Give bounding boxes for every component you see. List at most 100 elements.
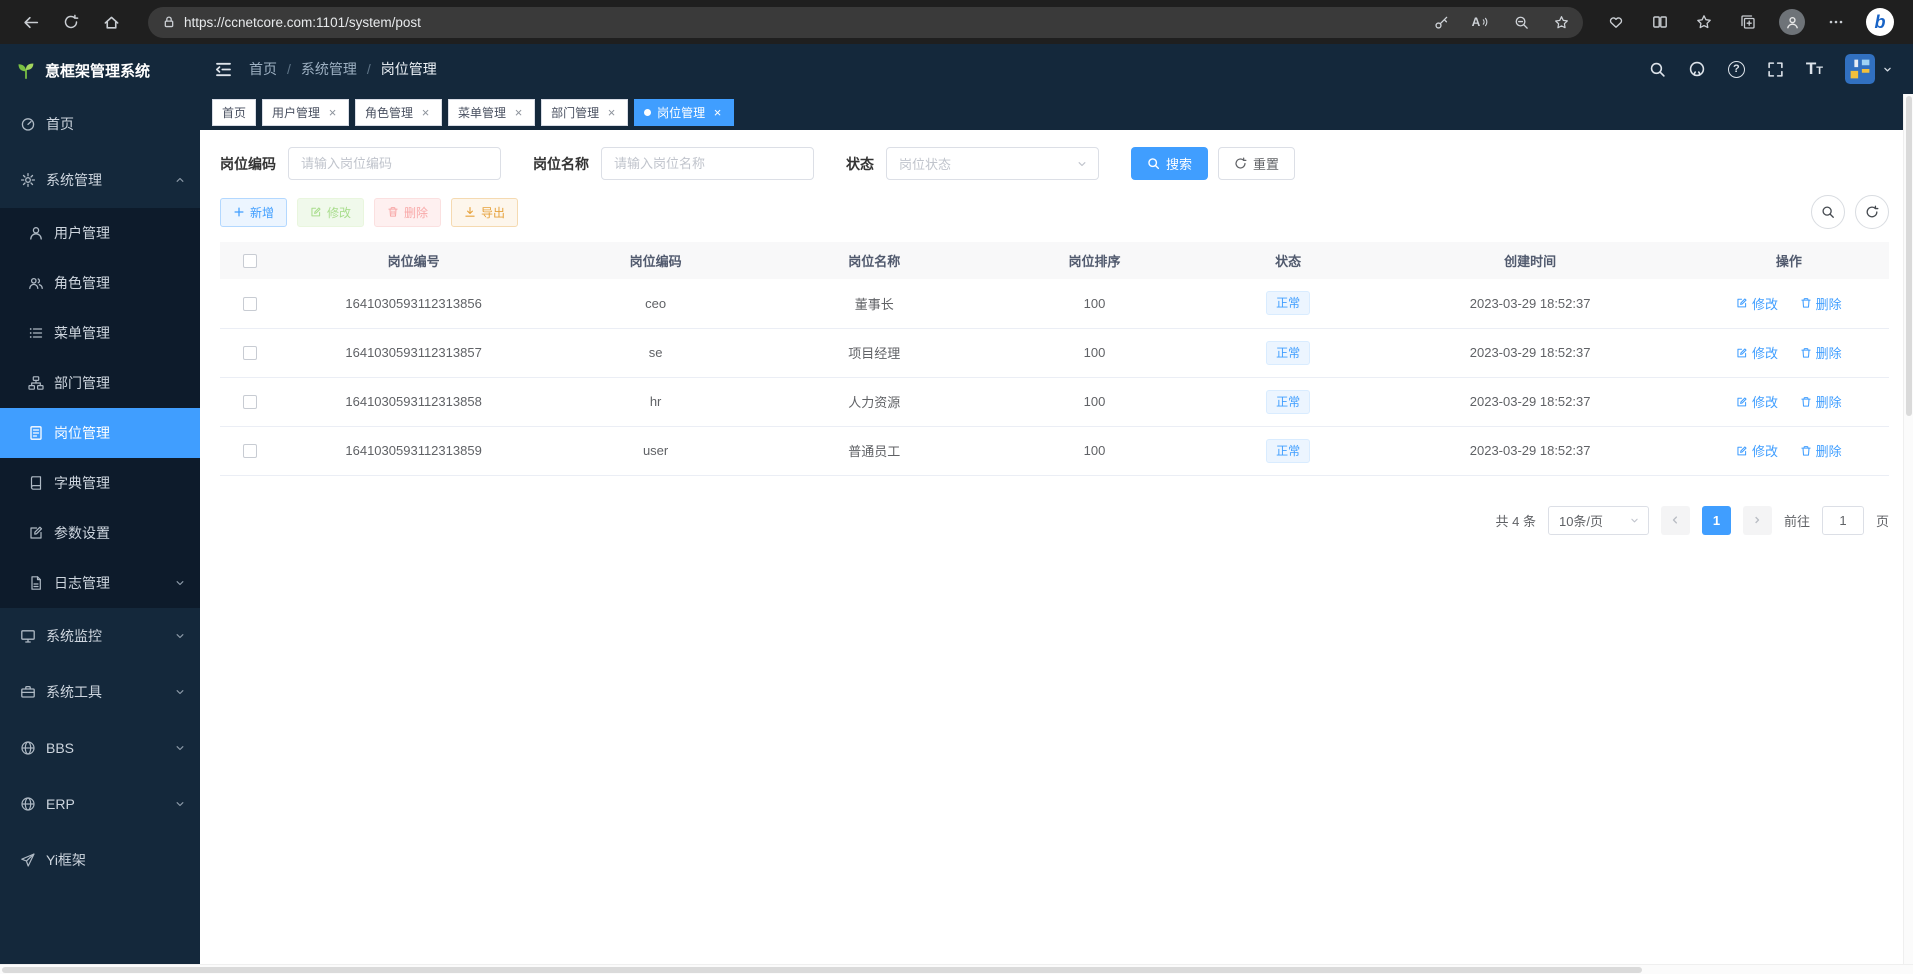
sidebar-item-label: 用户管理 [54,223,186,243]
cell-create-time: 2023-03-29 18:52:37 [1372,279,1689,328]
breadcrumb-system[interactable]: 系统管理 [277,59,357,79]
cell-status: 正常 [1205,328,1372,377]
row-edit-button[interactable]: 修改 [1736,343,1778,362]
close-icon[interactable]: × [512,106,525,119]
url-text[interactable]: https://ccnetcore.com:1101/system/post [184,15,421,30]
row-checkbox[interactable] [243,346,257,360]
export-button[interactable]: 导出 [451,198,518,227]
tab-home[interactable]: 首页 [212,99,256,126]
reset-button[interactable]: 重置 [1218,147,1295,180]
add-button[interactable]: 新增 [220,198,287,227]
horizontal-scrollbar-thumb[interactable] [2,967,1642,973]
copilot-bing-button[interactable]: b [1861,5,1899,39]
row-delete-button[interactable]: 删除 [1800,343,1842,362]
refresh-button[interactable] [54,5,88,39]
tab-users[interactable]: 用户管理 × [262,99,349,126]
tab-departments[interactable]: 部门管理 × [541,99,628,126]
post-code-input[interactable] [288,147,501,180]
select-all-checkbox[interactable] [243,254,257,268]
collections-icon[interactable] [1729,5,1767,39]
fullscreen-icon[interactable] [1767,61,1784,78]
cell-post-name: 项目经理 [764,328,984,377]
favorites-add-icon[interactable] [1545,9,1577,36]
close-icon[interactable]: × [326,106,339,119]
browser-essentials-icon[interactable] [1597,5,1635,39]
collapse-sidebar-icon[interactable] [214,60,233,79]
tab-label: 岗位管理 [657,104,705,121]
export-button-label: 导出 [481,204,505,221]
sidebar-item-label: 首页 [46,114,186,134]
github-icon[interactable] [1688,60,1706,78]
refresh-table-button[interactable] [1855,195,1889,229]
sidebar-item-roles[interactable]: 角色管理 [0,258,200,308]
tab-label: 菜单管理 [458,104,506,121]
row-checkbox[interactable] [243,297,257,311]
sidebar-item-home[interactable]: 首页 [0,96,200,152]
row-delete-button[interactable]: 删除 [1800,392,1842,411]
home-button[interactable] [94,5,128,39]
sidebar-item-label: 系统管理 [46,170,164,190]
row-checkbox[interactable] [243,395,257,409]
user-menu[interactable] [1845,54,1893,84]
sidebar-item-tools[interactable]: 系统工具 [0,664,200,720]
row-delete-button[interactable]: 删除 [1800,441,1842,460]
row-edit-button[interactable]: 修改 [1736,441,1778,460]
more-menu-icon[interactable] [1817,5,1855,39]
profile-button[interactable] [1773,5,1811,39]
sidebar-item-posts[interactable]: 岗位管理 [0,408,200,458]
sidebar-item-departments[interactable]: 部门管理 [0,358,200,408]
cell-status: 正常 [1205,377,1372,426]
status-select[interactable]: 岗位状态 [886,147,1099,180]
chevron-down-icon [1629,515,1640,526]
close-icon[interactable]: × [419,106,432,119]
search-icon[interactable] [1649,61,1666,78]
tab-label: 角色管理 [365,104,413,121]
posts-table: 岗位编号 岗位编码 岗位名称 岗位排序 状态 创建时间 操作 164103059… [220,242,1889,476]
sidebar-item-logs[interactable]: 日志管理 [0,558,200,608]
password-key-icon[interactable] [1425,9,1457,36]
row-edit-button[interactable]: 修改 [1736,294,1778,313]
font-size-icon[interactable]: TT [1806,59,1823,79]
sidebar-item-monitoring[interactable]: 系统监控 [0,608,200,664]
sidebar-item-system[interactable]: 系统管理 [0,152,200,208]
row-edit-button[interactable]: 修改 [1736,392,1778,411]
browser-window: https://ccnetcore.com:1101/system/post A… [0,0,1913,974]
navbar-actions: ? TT [1649,54,1893,84]
favorites-icon[interactable] [1685,5,1723,39]
close-icon[interactable]: × [605,106,618,119]
page-number-current: 1 [1702,506,1731,535]
site-lock-icon[interactable] [162,15,176,29]
breadcrumb-home[interactable]: 首页 [249,59,277,79]
vertical-scrollbar[interactable] [1903,94,1913,964]
post-name-input[interactable] [601,147,814,180]
sidebar-item-bbs[interactable]: BBS [0,720,200,776]
tab-posts-active[interactable]: 岗位管理 × [634,99,734,126]
sidebar-item-label: 字典管理 [54,473,186,493]
sidebar-item-parameters[interactable]: 参数设置 [0,508,200,558]
back-button[interactable] [14,5,48,39]
close-icon[interactable]: × [711,106,724,119]
page-size-select[interactable]: 10条/页 [1548,506,1649,535]
vertical-scrollbar-thumb[interactable] [1906,96,1912,416]
cell-post-code: se [547,328,764,377]
sidebar-item-erp[interactable]: ERP [0,776,200,832]
show-search-toggle-button[interactable] [1811,195,1845,229]
sidebar-item-users[interactable]: 用户管理 [0,208,200,258]
chevron-up-icon [174,174,186,186]
horizontal-scrollbar[interactable] [0,964,1913,974]
goto-page-input[interactable] [1822,506,1864,535]
row-checkbox[interactable] [243,444,257,458]
row-delete-button[interactable]: 删除 [1800,294,1842,313]
leaf-logo-icon [16,60,36,80]
help-icon[interactable]: ? [1728,61,1745,78]
tab-menus[interactable]: 菜单管理 × [448,99,535,126]
sidebar-item-yi-framework[interactable]: Yi框架 [0,832,200,888]
address-bar[interactable]: https://ccnetcore.com:1101/system/post A [148,7,1583,38]
zoom-out-icon[interactable] [1505,9,1537,36]
tab-roles[interactable]: 角色管理 × [355,99,442,126]
sidebar-item-dictionary[interactable]: 字典管理 [0,458,200,508]
read-aloud-icon[interactable]: A [1465,9,1497,36]
split-screen-icon[interactable] [1641,5,1679,39]
sidebar-item-menus[interactable]: 菜单管理 [0,308,200,358]
search-button[interactable]: 搜索 [1131,147,1208,180]
